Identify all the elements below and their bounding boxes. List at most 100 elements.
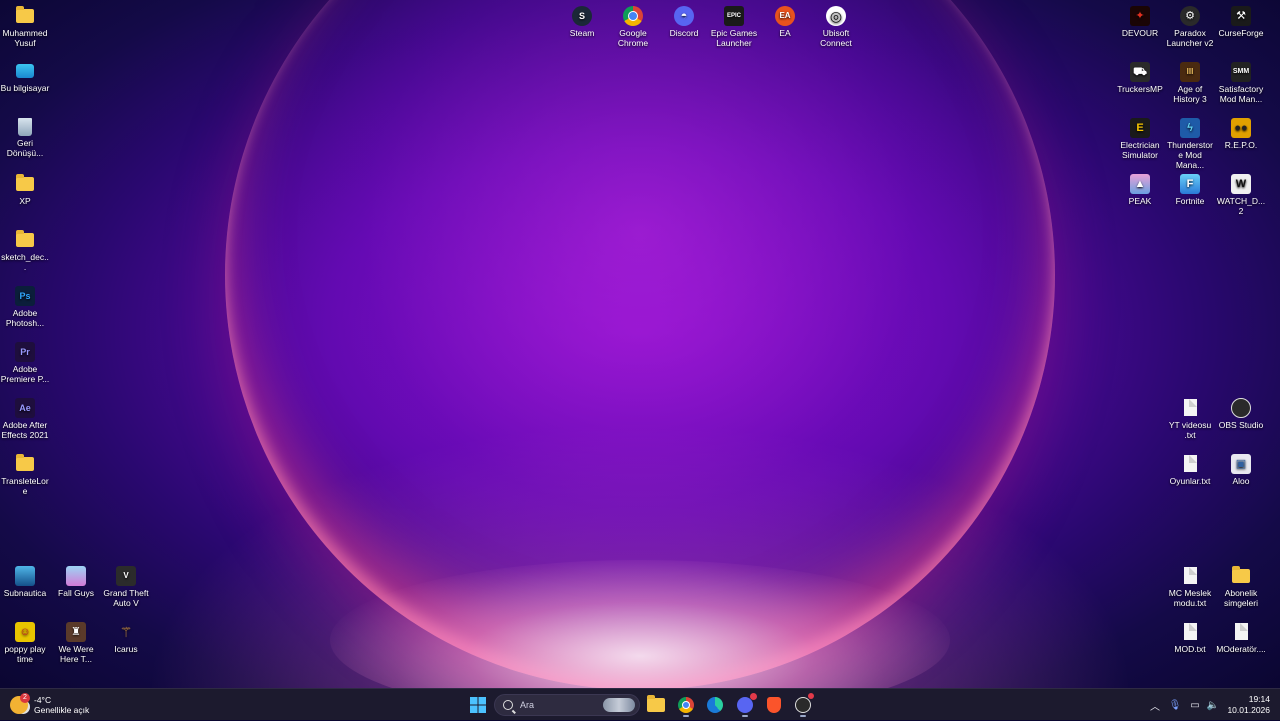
desktop-icon-recycle-bin[interactable]: Geri Dönüşü... [0,118,50,158]
desktop-icon-truckersmp[interactable]: ⛟ TruckersMP [1115,62,1165,94]
desktop-icon-label: CurseForge [1218,28,1264,38]
discord-icon [737,693,757,713]
obs-studio-icon [1231,398,1251,418]
windows-start-icon [470,697,486,713]
network-icon[interactable]: ▭ [1186,689,1204,721]
epic-games-icon: EPIC [724,6,744,26]
desktop-icon-transletelore[interactable]: TransleteLore [0,454,50,496]
desktop-icon-mod-txt[interactable]: MOD.txt [1165,622,1215,654]
desktop-icon-label: Steam [569,28,595,38]
desktop-icon-label: Thunderstore Mod Mana... [1167,140,1213,170]
desktop-icon-premiere[interactable]: Pr Adobe Premiere P... [0,342,50,384]
desktop-icon-ubisoft[interactable]: ◎ Ubisoft Connect [811,6,861,48]
desktop-icon-fortnite[interactable]: F Fortnite [1165,174,1215,206]
search-icon [503,700,513,710]
discord-badge [750,693,757,700]
chevron-up-icon[interactable]: ︿ [1146,689,1164,721]
desktop-icon-mc-meslek-modu[interactable]: MC Meslek modu.txt [1165,566,1215,608]
fortnite-icon: F [1180,174,1200,194]
taskbar-brave[interactable] [762,693,786,717]
desktop-icon-poppy-playtime[interactable]: ☺ poppy play time [0,622,50,664]
clock[interactable]: 19:14 10.01.2026 [1222,694,1270,716]
desktop-icon-label: YT videosu .txt [1168,420,1212,440]
desktop-icon-this-pc[interactable]: Bu bilgisayar [0,62,50,93]
desktop-icon-label: Electrician Simulator [1120,140,1160,160]
desktop-icon-label: Satisfactory Mod Man... [1218,84,1264,104]
search-highlight-image [603,698,635,712]
desktop-icon-repo[interactable]: ●● R.E.P.O. [1216,118,1266,150]
desktop-icon-sketch[interactable]: sketch_dec... [0,230,50,272]
weather-icon: 2 [10,693,30,714]
desktop-icon-label: TruckersMP [1117,84,1163,94]
desktop-icon-icarus[interactable]: ⚚ Icarus [101,622,151,654]
desktop-icon-label: Abonelik simgeleri [1223,588,1258,608]
electrician-simulator-icon: E [1130,118,1150,138]
desktop-icon-chrome[interactable]: Google Chrome [608,6,658,48]
desktop-icon-label: Age of History 3 [1173,84,1207,104]
desktop-icon-label: WATCH_D... 2 [1216,196,1266,216]
system-tray: ︿ 🎙 ▭ 🔈 19:14 10.01.2026 [1146,689,1280,721]
microphone-icon[interactable]: 🎙 [1164,689,1186,721]
desktop-icon-yt-videosu[interactable]: YT videosu .txt [1165,398,1215,440]
obs-recording-badge [808,693,814,699]
desktop-icon-age-of-history[interactable]: III Age of History 3 [1165,62,1215,104]
desktop-icon-subnautica[interactable]: Subnautica [0,566,50,598]
desktop-icon-aloo[interactable]: ▣ Aloo [1216,454,1266,486]
desktop-icon-oyunlar[interactable]: Oyunlar.txt [1165,454,1215,486]
desktop-icon-steam[interactable]: S Steam [557,6,607,38]
volume-icon[interactable]: 🔈 [1204,689,1222,721]
desktop-icon-curseforge[interactable]: ⚒ CurseForge [1216,6,1266,38]
chrome-icon [678,697,694,713]
paradox-icon: ⚙ [1180,6,1200,26]
desktop-icon-paradox[interactable]: ⚙ Paradox Launcher v2 [1165,6,1215,48]
desktop-icon-epic-games[interactable]: EPIC Epic Games Launcher [709,6,759,48]
taskbar: 2 -4°C Genellikle açık Ara ︿ 🎙 ▭ 🔈 19:14… [0,688,1280,720]
desktop-icon-abonelik-simgeleri[interactable]: Abonelik simgeleri [1216,566,1266,608]
desktop-icon-photoshop[interactable]: Ps Adobe Photosh... [0,286,50,328]
desktop-icon-moderator[interactable]: MOderatör.... [1216,622,1266,654]
desktop-icon-ea[interactable]: EA EA [760,6,810,38]
desktop-icon-label: We Were Here T... [58,644,94,664]
satisfactory-mod-manager-icon: SMM [1231,62,1251,82]
weather-widget[interactable]: 2 -4°C Genellikle açık [10,692,89,718]
desktop-icon-label: Adobe Photosh... [5,308,45,328]
folder-icon [16,230,34,247]
desktop-icon-xp[interactable]: XP [0,174,50,206]
desktop-icon-devour[interactable]: ✦ DEVOUR [1115,6,1165,38]
desktop-icon-muhammed-yusuf[interactable]: Muhammed Yusuf [0,6,50,48]
desktop-icon-thunderstore[interactable]: ϟ Thunderstore Mod Mana... [1165,118,1215,170]
taskbar-obs[interactable] [791,693,815,717]
ubisoft-icon: ◎ [826,6,846,26]
aloo-icon: ▣ [1231,454,1251,474]
desktop-icon-obs-studio[interactable]: OBS Studio [1216,398,1266,430]
desktop-icon-discord[interactable]: ◓ Discord [659,6,709,38]
taskbar-discord[interactable] [733,693,757,717]
desktop-icon-electrician-simulator[interactable]: E Electrician Simulator [1115,118,1165,160]
text-file-icon [1183,455,1197,472]
discord-icon: ◓ [674,6,694,26]
start-button[interactable] [466,693,490,717]
photoshop-icon: Ps [15,286,35,306]
desktop-icon-peak[interactable]: ▲ PEAK [1115,174,1165,206]
text-file-icon [1183,567,1197,584]
taskbar-edge[interactable] [703,693,727,717]
desktop-icon-label: poppy play time [4,644,46,664]
desktop-icon-label: Paradox Launcher v2 [1166,28,1214,48]
desktop-icon-satisfactory-mod-manager[interactable]: SMM Satisfactory Mod Man... [1216,62,1266,104]
taskbar-chrome[interactable] [674,693,698,717]
desktop-icon-label: PEAK [1128,196,1152,206]
desktop-icon-gta-v[interactable]: V Grand Theft Auto V [101,566,151,608]
desktop-icon-fall-guys[interactable]: Fall Guys [51,566,101,598]
desktop-icon-label: Google Chrome [617,28,649,48]
desktop-icon-label: sketch_dec... [1,252,49,272]
gta-v-icon: V [116,566,136,586]
search-box[interactable]: Ara [494,694,640,716]
this-pc-icon [16,64,34,78]
desktop-icon-we-were-here[interactable]: ♜ We Were Here T... [51,622,101,664]
desktop-icon-watch-dogs-2[interactable]: W WATCH_D... 2 [1216,174,1266,216]
desktop-icon-label: TransleteLore [1,476,49,496]
desktop-icon-after-effects[interactable]: Ae Adobe After Effects 2021 [0,398,50,440]
desktop-icon-label: XP [19,196,31,206]
steam-icon: S [572,6,592,26]
taskbar-file-explorer[interactable] [644,693,668,717]
